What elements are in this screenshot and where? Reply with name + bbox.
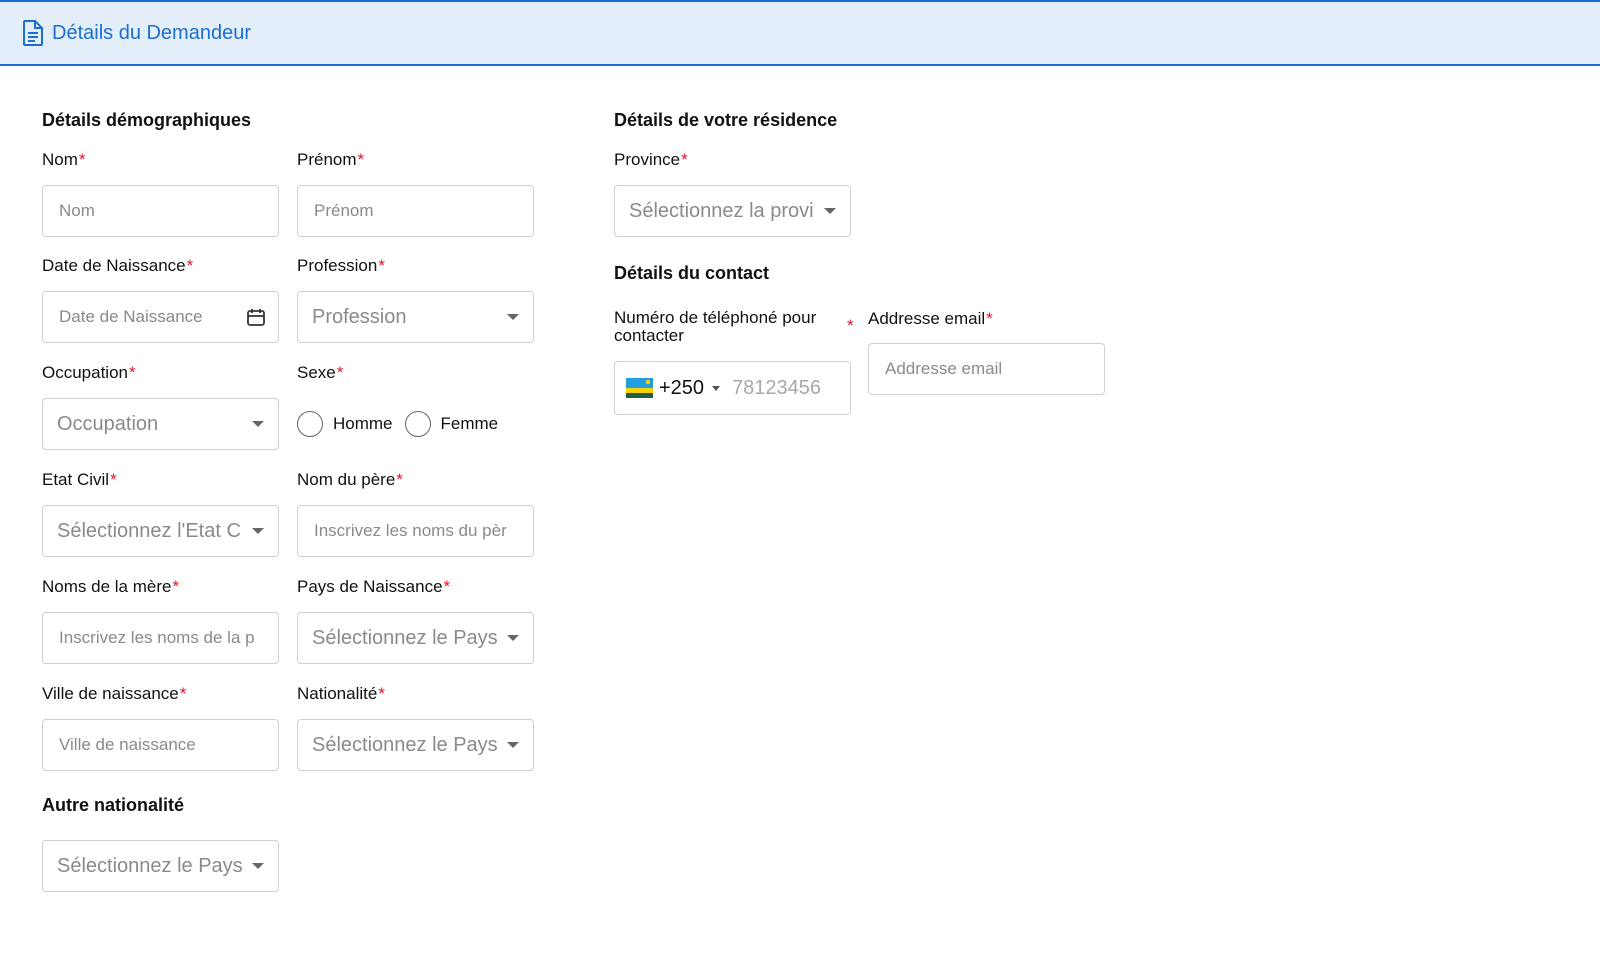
nom-input[interactable] (43, 186, 278, 236)
etat-civil-label-text: Etat Civil (42, 470, 110, 489)
ville-naissance-label-text: Ville de naissance (42, 684, 179, 703)
required-marker: * (78, 150, 86, 169)
phone-label: Numéro de téléphoné pour contacter (614, 308, 817, 345)
etat-civil-select[interactable]: Sélectionnez l'Etat C (42, 505, 279, 557)
autre-nationalite-placeholder: Sélectionnez le Pays (57, 854, 243, 877)
occupation-label-text: Occupation (42, 363, 128, 382)
rwanda-flag-icon[interactable] (626, 378, 653, 398)
required-marker: * (681, 150, 688, 169)
profession-label: Profession* (297, 256, 385, 276)
sexe-label: Sexe* (297, 363, 343, 383)
required-marker: * (443, 577, 451, 596)
required-marker: * (172, 577, 180, 596)
chevron-down-icon (507, 635, 519, 641)
email-label: Addresse email* (868, 309, 993, 329)
date-naissance-input[interactable] (43, 292, 246, 342)
phone-input[interactable] (732, 376, 843, 400)
page-title: Détails du Demandeur (52, 21, 251, 44)
required-marker: * (357, 150, 365, 169)
profession-select[interactable]: Profession (297, 291, 534, 343)
demographics-section-title: Détails démographiques (42, 110, 252, 130)
etat-civil-label: Etat Civil* (42, 470, 117, 490)
prenom-label: Prénom* (297, 150, 364, 170)
sexe-label-text: Sexe (297, 363, 336, 382)
occupation-placeholder: Occupation (57, 412, 159, 435)
required-marker: * (847, 316, 854, 335)
required-marker: * (179, 684, 187, 703)
sexe-radio-group: Homme Femme (297, 411, 510, 437)
pays-naissance-placeholder: Sélectionnez le Pays (312, 626, 498, 649)
province-select[interactable]: Sélectionnez la provi (614, 185, 851, 237)
pays-naissance-label-text: Pays de Naissance (297, 577, 443, 596)
date-naissance-field[interactable] (42, 291, 279, 343)
pays-naissance-label: Pays de Naissance* (297, 577, 450, 597)
required-marker: * (378, 256, 385, 275)
nom-pere-label-text: Nom du père (297, 470, 396, 489)
nom-pere-field[interactable] (297, 505, 534, 557)
required-marker: * (186, 256, 194, 275)
contact-section-title: Détails du contact (614, 263, 770, 283)
noms-mere-input[interactable] (43, 613, 278, 663)
radio-femme-label: Femme (440, 414, 499, 433)
chevron-down-icon (252, 528, 264, 534)
pays-naissance-select[interactable]: Sélectionnez le Pays (297, 612, 534, 664)
noms-mere-label-text: Noms de la mère (42, 577, 172, 596)
required-marker: * (378, 684, 385, 703)
required-marker: * (110, 470, 117, 489)
phone-field[interactable]: +250 (614, 361, 851, 415)
chevron-down-icon (252, 421, 264, 427)
dial-code[interactable]: +250 (659, 377, 704, 400)
chevron-down-icon (252, 863, 264, 869)
required-marker: * (336, 363, 344, 382)
nom-field[interactable] (42, 185, 279, 237)
prenom-label-text: Prénom (297, 150, 357, 169)
radio-button[interactable] (297, 411, 323, 437)
autre-nationalite-select[interactable]: Sélectionnez le Pays (42, 840, 279, 892)
nationalite-label-text: Nationalité (297, 684, 378, 703)
required-marker: * (396, 470, 403, 489)
document-icon (22, 20, 44, 46)
radio-femme[interactable]: Femme (404, 411, 499, 437)
ville-naissance-input[interactable] (43, 720, 278, 770)
province-placeholder: Sélectionnez la provi (629, 199, 814, 222)
ville-naissance-field[interactable] (42, 719, 279, 771)
email-input[interactable] (869, 344, 1104, 394)
etat-civil-placeholder: Sélectionnez l'Etat C (57, 519, 241, 542)
nationalite-label: Nationalité* (297, 684, 385, 704)
noms-mere-field[interactable] (42, 612, 279, 664)
date-naissance-label-text: Date de Naissance (42, 256, 186, 275)
nationalite-placeholder: Sélectionnez le Pays (312, 733, 498, 756)
nationalite-select[interactable]: Sélectionnez le Pays (297, 719, 534, 771)
nom-pere-input[interactable] (298, 506, 533, 556)
nom-label-text: Nom (42, 150, 78, 169)
radio-homme[interactable]: Homme (297, 411, 393, 437)
ville-naissance-label: Ville de naissance* (42, 684, 186, 704)
radio-homme-label: Homme (333, 414, 393, 433)
profession-label-text: Profession (297, 256, 378, 275)
prenom-input[interactable] (298, 186, 533, 236)
chevron-down-icon (507, 742, 519, 748)
page-header: Détails du Demandeur (0, 0, 1600, 66)
chevron-down-icon[interactable] (712, 385, 721, 391)
residence-section-title: Détails de votre résidence (614, 110, 838, 130)
autre-nationalite-title: Autre nationalité (42, 795, 185, 815)
prenom-field[interactable] (297, 185, 534, 237)
radio-button[interactable] (404, 411, 431, 437)
required-marker: * (129, 363, 136, 382)
province-label: Province* (614, 150, 688, 170)
required-marker: * (986, 309, 993, 328)
province-label-text: Province (614, 150, 681, 169)
nom-pere-label: Nom du père* (297, 470, 403, 490)
chevron-down-icon (824, 208, 836, 214)
email-label-text: Addresse email (868, 309, 986, 328)
chevron-down-icon (507, 314, 519, 320)
profession-placeholder: Profession (312, 305, 407, 328)
occupation-select[interactable]: Occupation (42, 398, 279, 450)
calendar-icon[interactable] (246, 307, 266, 327)
noms-mere-label: Noms de la mère* (42, 577, 179, 597)
date-naissance-label: Date de Naissance* (42, 256, 193, 276)
nom-label: Nom* (42, 150, 86, 170)
email-field[interactable] (868, 343, 1105, 395)
occupation-label: Occupation* (42, 363, 136, 383)
